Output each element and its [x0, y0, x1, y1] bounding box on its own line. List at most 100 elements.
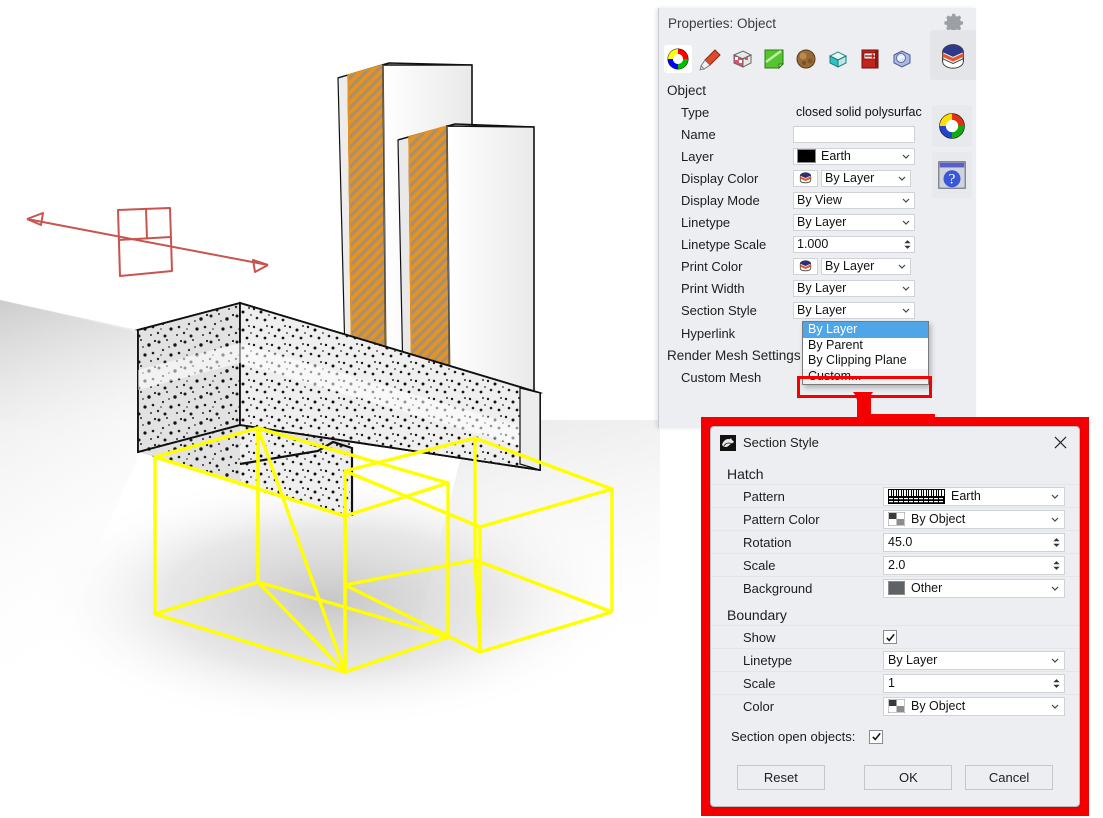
- chevron-down-icon[interactable]: [901, 305, 911, 317]
- dropdown-item-by-parent[interactable]: By Parent: [803, 338, 928, 354]
- display-color-value: By Layer: [825, 170, 874, 187]
- row-pattern: Pattern: [711, 484, 1079, 507]
- spinner-arrows[interactable]: [1050, 535, 1063, 551]
- hatch-scale-input[interactable]: 2.0: [883, 556, 1065, 575]
- linetype-value: By Layer: [797, 214, 846, 231]
- row-layer: Layer Earth: [659, 145, 976, 167]
- row-show: Show: [711, 625, 1079, 648]
- reset-button[interactable]: Reset: [737, 765, 825, 790]
- help-icon[interactable]: ?: [932, 152, 972, 198]
- pattern-combo[interactable]: Earth: [883, 487, 1065, 506]
- dropdown-item-by-layer[interactable]: By Layer: [803, 322, 928, 338]
- properties-rows: Type closed solid polysurfac Name Layer …: [659, 101, 976, 345]
- hatch-scale-value: 2.0: [888, 558, 905, 572]
- dropdown-item-by-clipping-plane[interactable]: By Clipping Plane: [803, 353, 928, 369]
- print-color-value: By Layer: [825, 258, 874, 275]
- texture-mapping-icon[interactable]: [729, 46, 755, 72]
- close-icon[interactable]: [1047, 432, 1073, 454]
- row-display-color: Display Color By Layer: [659, 167, 976, 189]
- check-icon: [871, 731, 882, 742]
- row-label: Display Mode: [681, 193, 793, 208]
- mesh-icon[interactable]: [857, 46, 883, 72]
- perspective-viewport[interactable]: [0, 0, 660, 818]
- print-width-combo[interactable]: By Layer: [793, 280, 915, 297]
- chevron-down-icon[interactable]: [897, 261, 907, 273]
- color-wheel-icon[interactable]: [932, 105, 972, 147]
- row-boundary-color: Color By Object: [711, 694, 1079, 717]
- linetype-combo[interactable]: By Layer: [793, 214, 915, 231]
- spinner-down-icon[interactable]: [903, 245, 912, 250]
- print-color-combo[interactable]: By Layer: [821, 258, 911, 275]
- display-mode-value: By View: [797, 192, 842, 209]
- object-properties-icon[interactable]: [665, 46, 691, 72]
- chevron-down-icon[interactable]: [897, 173, 907, 185]
- boundary-scale-input[interactable]: 1: [883, 674, 1065, 693]
- spinner-up-icon[interactable]: [903, 239, 912, 244]
- chevron-down-icon[interactable]: [1050, 583, 1060, 595]
- spinner-up-icon[interactable]: [1052, 560, 1061, 565]
- display-color-combo[interactable]: By Layer: [821, 170, 911, 187]
- boundary-linetype-combo[interactable]: By Layer: [883, 651, 1065, 670]
- spinner-arrows[interactable]: [1050, 558, 1063, 574]
- dialog-title: Section Style: [743, 435, 1047, 450]
- ok-button[interactable]: OK: [864, 765, 952, 790]
- spinner-arrows[interactable]: [1050, 676, 1063, 692]
- section-style-combo[interactable]: By Layer: [793, 302, 915, 319]
- background-combo[interactable]: Other: [883, 579, 1065, 598]
- boundary-color-combo[interactable]: By Object: [883, 697, 1065, 716]
- rhino-icon: [720, 435, 736, 451]
- cancel-button[interactable]: Cancel: [965, 765, 1053, 790]
- chevron-down-icon[interactable]: [901, 151, 911, 163]
- row-label: Pattern Color: [743, 512, 883, 527]
- boundary-linetype-value: By Layer: [888, 653, 937, 667]
- chevron-down-icon[interactable]: [901, 217, 911, 229]
- spinner-up-icon[interactable]: [1052, 678, 1061, 683]
- chevron-down-icon[interactable]: [1050, 491, 1060, 503]
- spinner-up-icon[interactable]: [1052, 537, 1061, 542]
- row-label: Print Width: [681, 281, 793, 296]
- spinner-down-icon[interactable]: [1052, 684, 1061, 689]
- show-checkbox[interactable]: [883, 630, 897, 644]
- properties-panel-titlebar: Properties: Object: [659, 8, 976, 38]
- chevron-down-icon[interactable]: [1050, 701, 1060, 713]
- display-mode-combo[interactable]: By View: [793, 192, 915, 209]
- dialog-titlebar: Section Style: [711, 427, 1079, 458]
- pattern-color-combo[interactable]: By Object: [883, 510, 1065, 529]
- row-label: Print Color: [681, 259, 793, 274]
- chevron-down-icon[interactable]: [901, 195, 911, 207]
- print-color-swatch[interactable]: [793, 258, 818, 275]
- ground-plane-icon[interactable]: [825, 46, 851, 72]
- row-scale-hatch: Scale 2.0: [711, 553, 1079, 576]
- chevron-down-icon[interactable]: [1050, 655, 1060, 667]
- view-icon[interactable]: [889, 46, 915, 72]
- rotation-input[interactable]: 45.0: [883, 533, 1065, 552]
- spinner-down-icon[interactable]: [1052, 543, 1061, 548]
- boundary-scale-value: 1: [888, 676, 895, 690]
- name-input[interactable]: [793, 126, 915, 143]
- row-print-color: Print Color By Layer: [659, 255, 976, 277]
- print-width-value: By Layer: [797, 280, 846, 297]
- chevron-down-icon[interactable]: [901, 283, 911, 295]
- layer-icon[interactable]: [930, 30, 976, 80]
- section-open-objects-checkbox[interactable]: [869, 730, 883, 744]
- row-label: Linetype Scale: [681, 237, 793, 252]
- row-section-style: Section Style By Layer: [659, 299, 976, 321]
- row-linetype-scale: Linetype Scale 1.000: [659, 233, 976, 255]
- earth-pattern-swatch: [888, 489, 945, 504]
- row-name: Name: [659, 123, 976, 145]
- chevron-down-icon[interactable]: [1050, 514, 1060, 526]
- row-label: Color: [743, 699, 883, 714]
- row-boundary-linetype: Linetype By Layer: [711, 648, 1079, 671]
- spinner-arrows[interactable]: [901, 237, 913, 252]
- material-icon[interactable]: [697, 46, 723, 72]
- display-icon[interactable]: [761, 46, 787, 72]
- clipping-plane-indicator[interactable]: [27, 208, 268, 276]
- spinner-down-icon[interactable]: [1052, 566, 1061, 571]
- check-icon: [885, 632, 896, 643]
- linetype-scale-input[interactable]: 1.000: [793, 236, 915, 253]
- display-color-swatch[interactable]: [793, 170, 818, 187]
- layer-combo[interactable]: Earth: [793, 148, 915, 165]
- row-label: Type: [681, 105, 793, 120]
- row-label: Name: [681, 127, 793, 142]
- environment-icon[interactable]: [793, 46, 819, 72]
